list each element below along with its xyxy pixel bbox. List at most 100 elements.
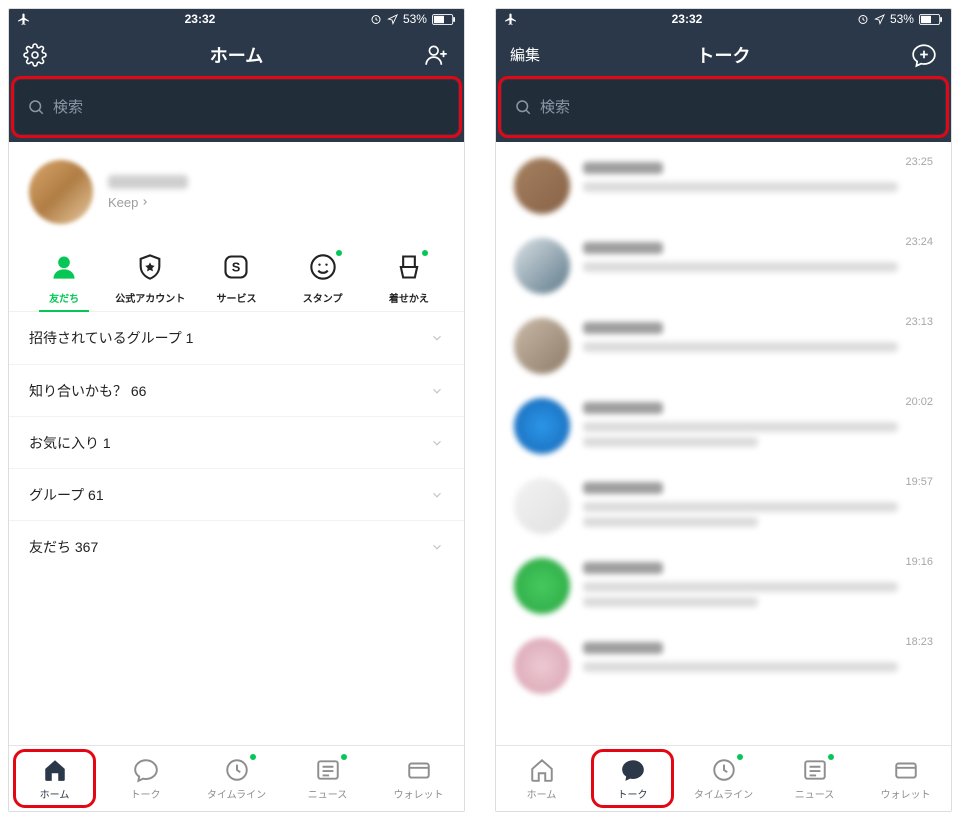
- tab-label: ウォレット: [394, 786, 444, 801]
- talk-row[interactable]: 18:23: [496, 626, 951, 706]
- talk-screen: 23:32 53% 編集 トーク 23:25 23:24: [495, 8, 952, 812]
- talk-row[interactable]: 19:57: [496, 466, 951, 546]
- cat-theme[interactable]: 着せかえ: [374, 252, 444, 305]
- avatar: [29, 160, 93, 224]
- section-row[interactable]: お気に入り 1: [9, 416, 464, 468]
- wallet-icon: [893, 757, 919, 783]
- add-friend-icon[interactable]: [424, 42, 450, 68]
- home-search-wrap: [9, 80, 464, 142]
- airplane-icon: [504, 13, 517, 26]
- talk-row[interactable]: 23:25: [496, 146, 951, 226]
- tab-home[interactable]: ホーム: [9, 746, 100, 811]
- clock-icon: [711, 757, 737, 783]
- smile-icon: [308, 252, 338, 282]
- service-icon: S: [221, 252, 251, 282]
- cat-friends[interactable]: 友だち: [29, 252, 99, 305]
- settings-icon[interactable]: [23, 43, 47, 67]
- talk-search-wrap: [496, 80, 951, 142]
- talk-time: 18:23: [905, 636, 933, 648]
- talk-info: [583, 478, 933, 527]
- brush-icon: [394, 252, 424, 282]
- home-icon: [42, 757, 68, 783]
- tab-label: ウォレット: [881, 786, 931, 801]
- talk-time: 23:24: [905, 236, 933, 248]
- talk-name-blur: [583, 642, 663, 654]
- home-navbar: ホーム: [9, 29, 464, 80]
- section-row[interactable]: 招待されているグループ 1: [9, 312, 464, 364]
- talk-row[interactable]: 23:13: [496, 306, 951, 386]
- keep-link[interactable]: Keep: [108, 195, 188, 210]
- tab-talk[interactable]: トーク: [587, 746, 678, 811]
- talk-info: [583, 158, 933, 192]
- talk-row[interactable]: 19:16: [496, 546, 951, 626]
- battery-percent: 53%: [403, 12, 427, 26]
- tab-timeline[interactable]: タイムライン: [191, 746, 282, 811]
- cat-service[interactable]: S サービス: [201, 252, 271, 305]
- talk-info: [583, 638, 933, 672]
- cat-label: 公式アカウント: [115, 290, 185, 305]
- tab-wallet[interactable]: ウォレット: [373, 746, 464, 811]
- home-search-box[interactable]: [15, 80, 458, 134]
- avatar: [514, 238, 570, 294]
- talk-search-input[interactable]: [540, 99, 933, 116]
- location-icon: [387, 14, 398, 25]
- search-icon: [27, 98, 45, 116]
- tab-news[interactable]: ニュース: [769, 746, 860, 811]
- status-bar: 23:32 53%: [496, 9, 951, 29]
- avatar: [514, 318, 570, 374]
- chevron-down-icon: [430, 436, 444, 450]
- chat-icon: [133, 757, 159, 783]
- tab-label: タイムライン: [694, 786, 753, 801]
- profile-row[interactable]: Keep: [9, 142, 464, 242]
- talk-row[interactable]: 20:02: [496, 386, 951, 466]
- talk-msg-blur: [583, 342, 898, 352]
- section-row[interactable]: 知り合いかも？ 66: [9, 364, 464, 416]
- friend-icon: [49, 252, 79, 282]
- avatar: [514, 158, 570, 214]
- section-row[interactable]: 友だち 367: [9, 520, 464, 572]
- talk-time: 23:25: [905, 156, 933, 168]
- cat-stamp[interactable]: スタンプ: [288, 252, 358, 305]
- cat-label: サービス: [216, 290, 256, 305]
- talk-search-box[interactable]: [502, 80, 945, 134]
- avatar: [514, 398, 570, 454]
- notification-dot: [828, 754, 834, 760]
- svg-text:S: S: [232, 260, 241, 275]
- tab-home[interactable]: ホーム: [496, 746, 587, 811]
- airplane-icon: [17, 13, 30, 26]
- battery-icon: [919, 14, 943, 25]
- talk-name-blur: [583, 322, 663, 334]
- badge-icon: [135, 252, 165, 282]
- talk-navbar: 編集 トーク: [496, 29, 951, 80]
- profile-name-blur: [108, 175, 188, 189]
- talk-row[interactable]: 23:24: [496, 226, 951, 306]
- new-chat-icon[interactable]: [911, 42, 937, 68]
- home-search-input[interactable]: [53, 99, 446, 116]
- talk-name-blur: [583, 402, 663, 414]
- tab-news[interactable]: ニュース: [282, 746, 373, 811]
- section-row[interactable]: グループ 61: [9, 468, 464, 520]
- talk-msg-blur: [583, 262, 898, 272]
- battery-icon: [432, 14, 456, 25]
- tab-wallet[interactable]: ウォレット: [860, 746, 951, 811]
- chat-icon: [620, 757, 646, 783]
- alarm-icon: [370, 13, 382, 25]
- chevron-down-icon: [430, 331, 444, 345]
- talk-name-blur: [583, 242, 663, 254]
- talk-info: [583, 318, 933, 352]
- tab-label: タイムライン: [207, 786, 266, 801]
- chevron-down-icon: [430, 384, 444, 398]
- home-icon: [529, 757, 555, 783]
- tab-talk[interactable]: トーク: [100, 746, 191, 811]
- tab-bar: ホーム トーク タイムライン ニュース ウォレット: [496, 745, 951, 811]
- news-icon: [315, 757, 341, 783]
- talk-body: 23:25 23:24 23:13 20:02 19:57 19:16 18:2…: [496, 142, 951, 745]
- tab-label: ホーム: [40, 786, 70, 801]
- edit-button[interactable]: 編集: [510, 44, 540, 65]
- talk-info: [583, 558, 933, 607]
- status-bar: 23:32 53%: [9, 9, 464, 29]
- notification-dot: [737, 754, 743, 760]
- tab-timeline[interactable]: タイムライン: [678, 746, 769, 811]
- cat-official[interactable]: 公式アカウント: [115, 252, 185, 305]
- talk-msg-blur: [583, 502, 898, 512]
